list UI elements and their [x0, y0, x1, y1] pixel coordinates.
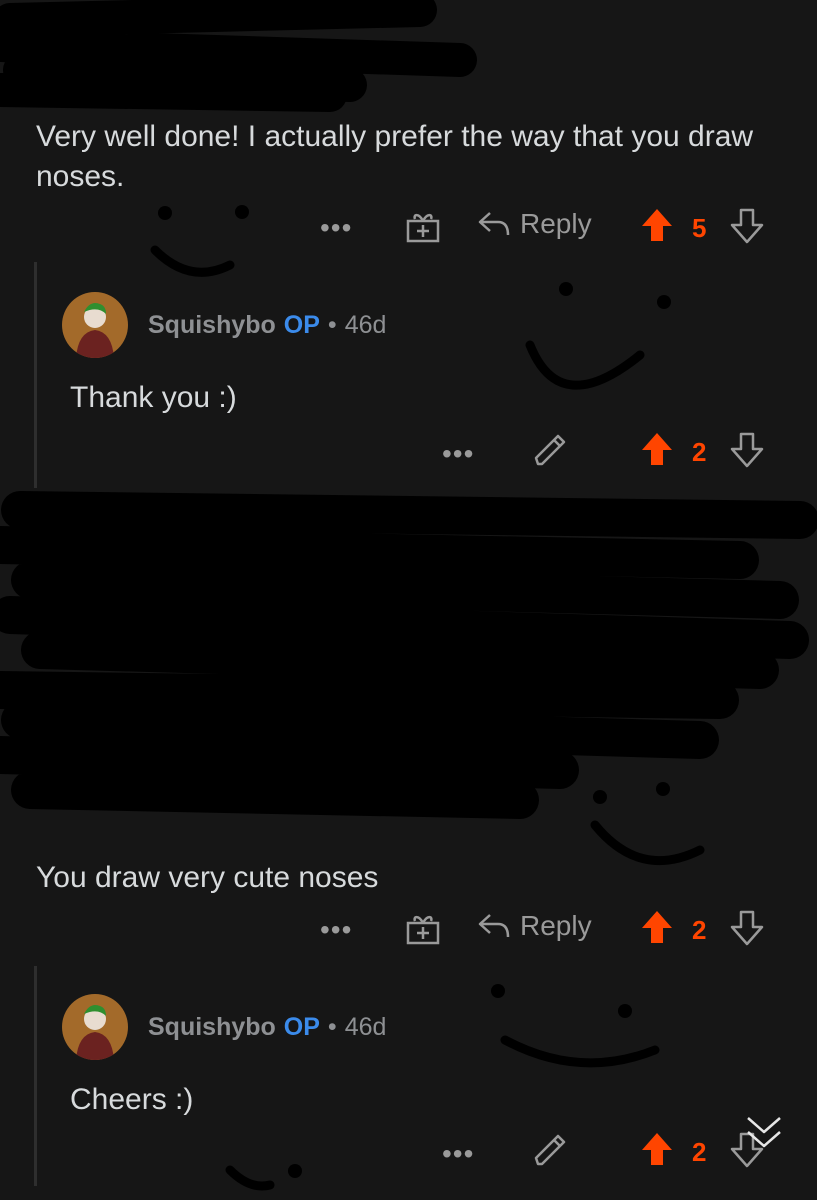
pencil-icon[interactable] — [530, 1132, 570, 1173]
downvote-arrow-icon — [730, 432, 764, 468]
comment-1-actions: ••• Reply 5 — [0, 204, 817, 248]
reply-2-text: Cheers :) — [70, 1083, 194, 1116]
more-options-button[interactable]: ••• — [442, 1140, 474, 1168]
collapse-chevrons-icon[interactable] — [742, 1112, 786, 1159]
comment-1: Very well done! I actually prefer the wa… — [0, 0, 817, 262]
op-badge: OP — [283, 1012, 320, 1041]
reply-arrow-icon — [478, 212, 510, 236]
upvote-arrow-icon — [642, 209, 672, 241]
upvote-button[interactable] — [640, 431, 674, 472]
more-options-button[interactable]: ••• — [320, 916, 352, 944]
score: 2 — [692, 1137, 707, 1167]
reply-label: Reply — [520, 208, 592, 239]
upvote-button[interactable] — [640, 1131, 674, 1172]
comment-2-text: You draw very cute noses — [36, 861, 379, 894]
score: 2 — [692, 437, 707, 467]
reply-arrow-icon — [478, 914, 510, 938]
reply-1: Squishybo OP • 46d Thank you :) ••• 2 — [0, 262, 817, 488]
comment-2: You draw very cute noses ••• Reply 2 — [0, 488, 817, 966]
comment-age: 46d — [344, 310, 387, 339]
award-icon[interactable] — [405, 912, 441, 951]
downvote-arrow-icon — [730, 910, 764, 946]
author-name[interactable]: Squishybo — [148, 311, 276, 340]
score: 5 — [692, 213, 707, 243]
op-badge: OP — [283, 310, 320, 339]
downvote-button[interactable] — [730, 910, 764, 951]
reply-1-actions: ••• 2 — [0, 428, 817, 472]
reply-label: Reply — [520, 910, 592, 941]
pencil-icon[interactable] — [530, 432, 570, 473]
upvote-arrow-icon — [642, 433, 672, 465]
reply-button[interactable]: Reply — [476, 208, 592, 240]
author-row: Squishybo OP • 46d — [62, 292, 386, 358]
more-options-button[interactable]: ••• — [442, 440, 474, 468]
downvote-arrow-icon — [730, 208, 764, 244]
reply-1-text: Thank you :) — [70, 381, 237, 414]
comment-2-actions: ••• Reply 2 — [0, 906, 817, 950]
reply-2-actions: ••• 2 — [0, 1128, 817, 1172]
upvote-button[interactable] — [640, 207, 674, 248]
downvote-button[interactable] — [730, 432, 764, 473]
more-options-button[interactable]: ••• — [320, 214, 352, 242]
reply-button[interactable]: Reply — [476, 910, 592, 942]
downvote-button[interactable] — [730, 208, 764, 249]
reply-2: Squishybo OP • 46d Cheers :) ••• 2 — [0, 966, 817, 1200]
upvote-button[interactable] — [640, 909, 674, 950]
author-row: Squishybo OP • 46d — [62, 994, 386, 1060]
avatar[interactable] — [62, 994, 128, 1060]
comment-age: 46d — [344, 1012, 387, 1041]
meta-separator: • — [327, 310, 337, 339]
meta-separator: • — [327, 1012, 337, 1041]
award-icon[interactable] — [405, 210, 441, 249]
comment-1-text: Very well done! I actually prefer the wa… — [36, 120, 754, 193]
score: 2 — [692, 915, 707, 945]
avatar[interactable] — [62, 292, 128, 358]
author-name[interactable]: Squishybo — [148, 1013, 276, 1042]
upvote-arrow-icon — [642, 911, 672, 943]
upvote-arrow-icon — [642, 1133, 672, 1165]
